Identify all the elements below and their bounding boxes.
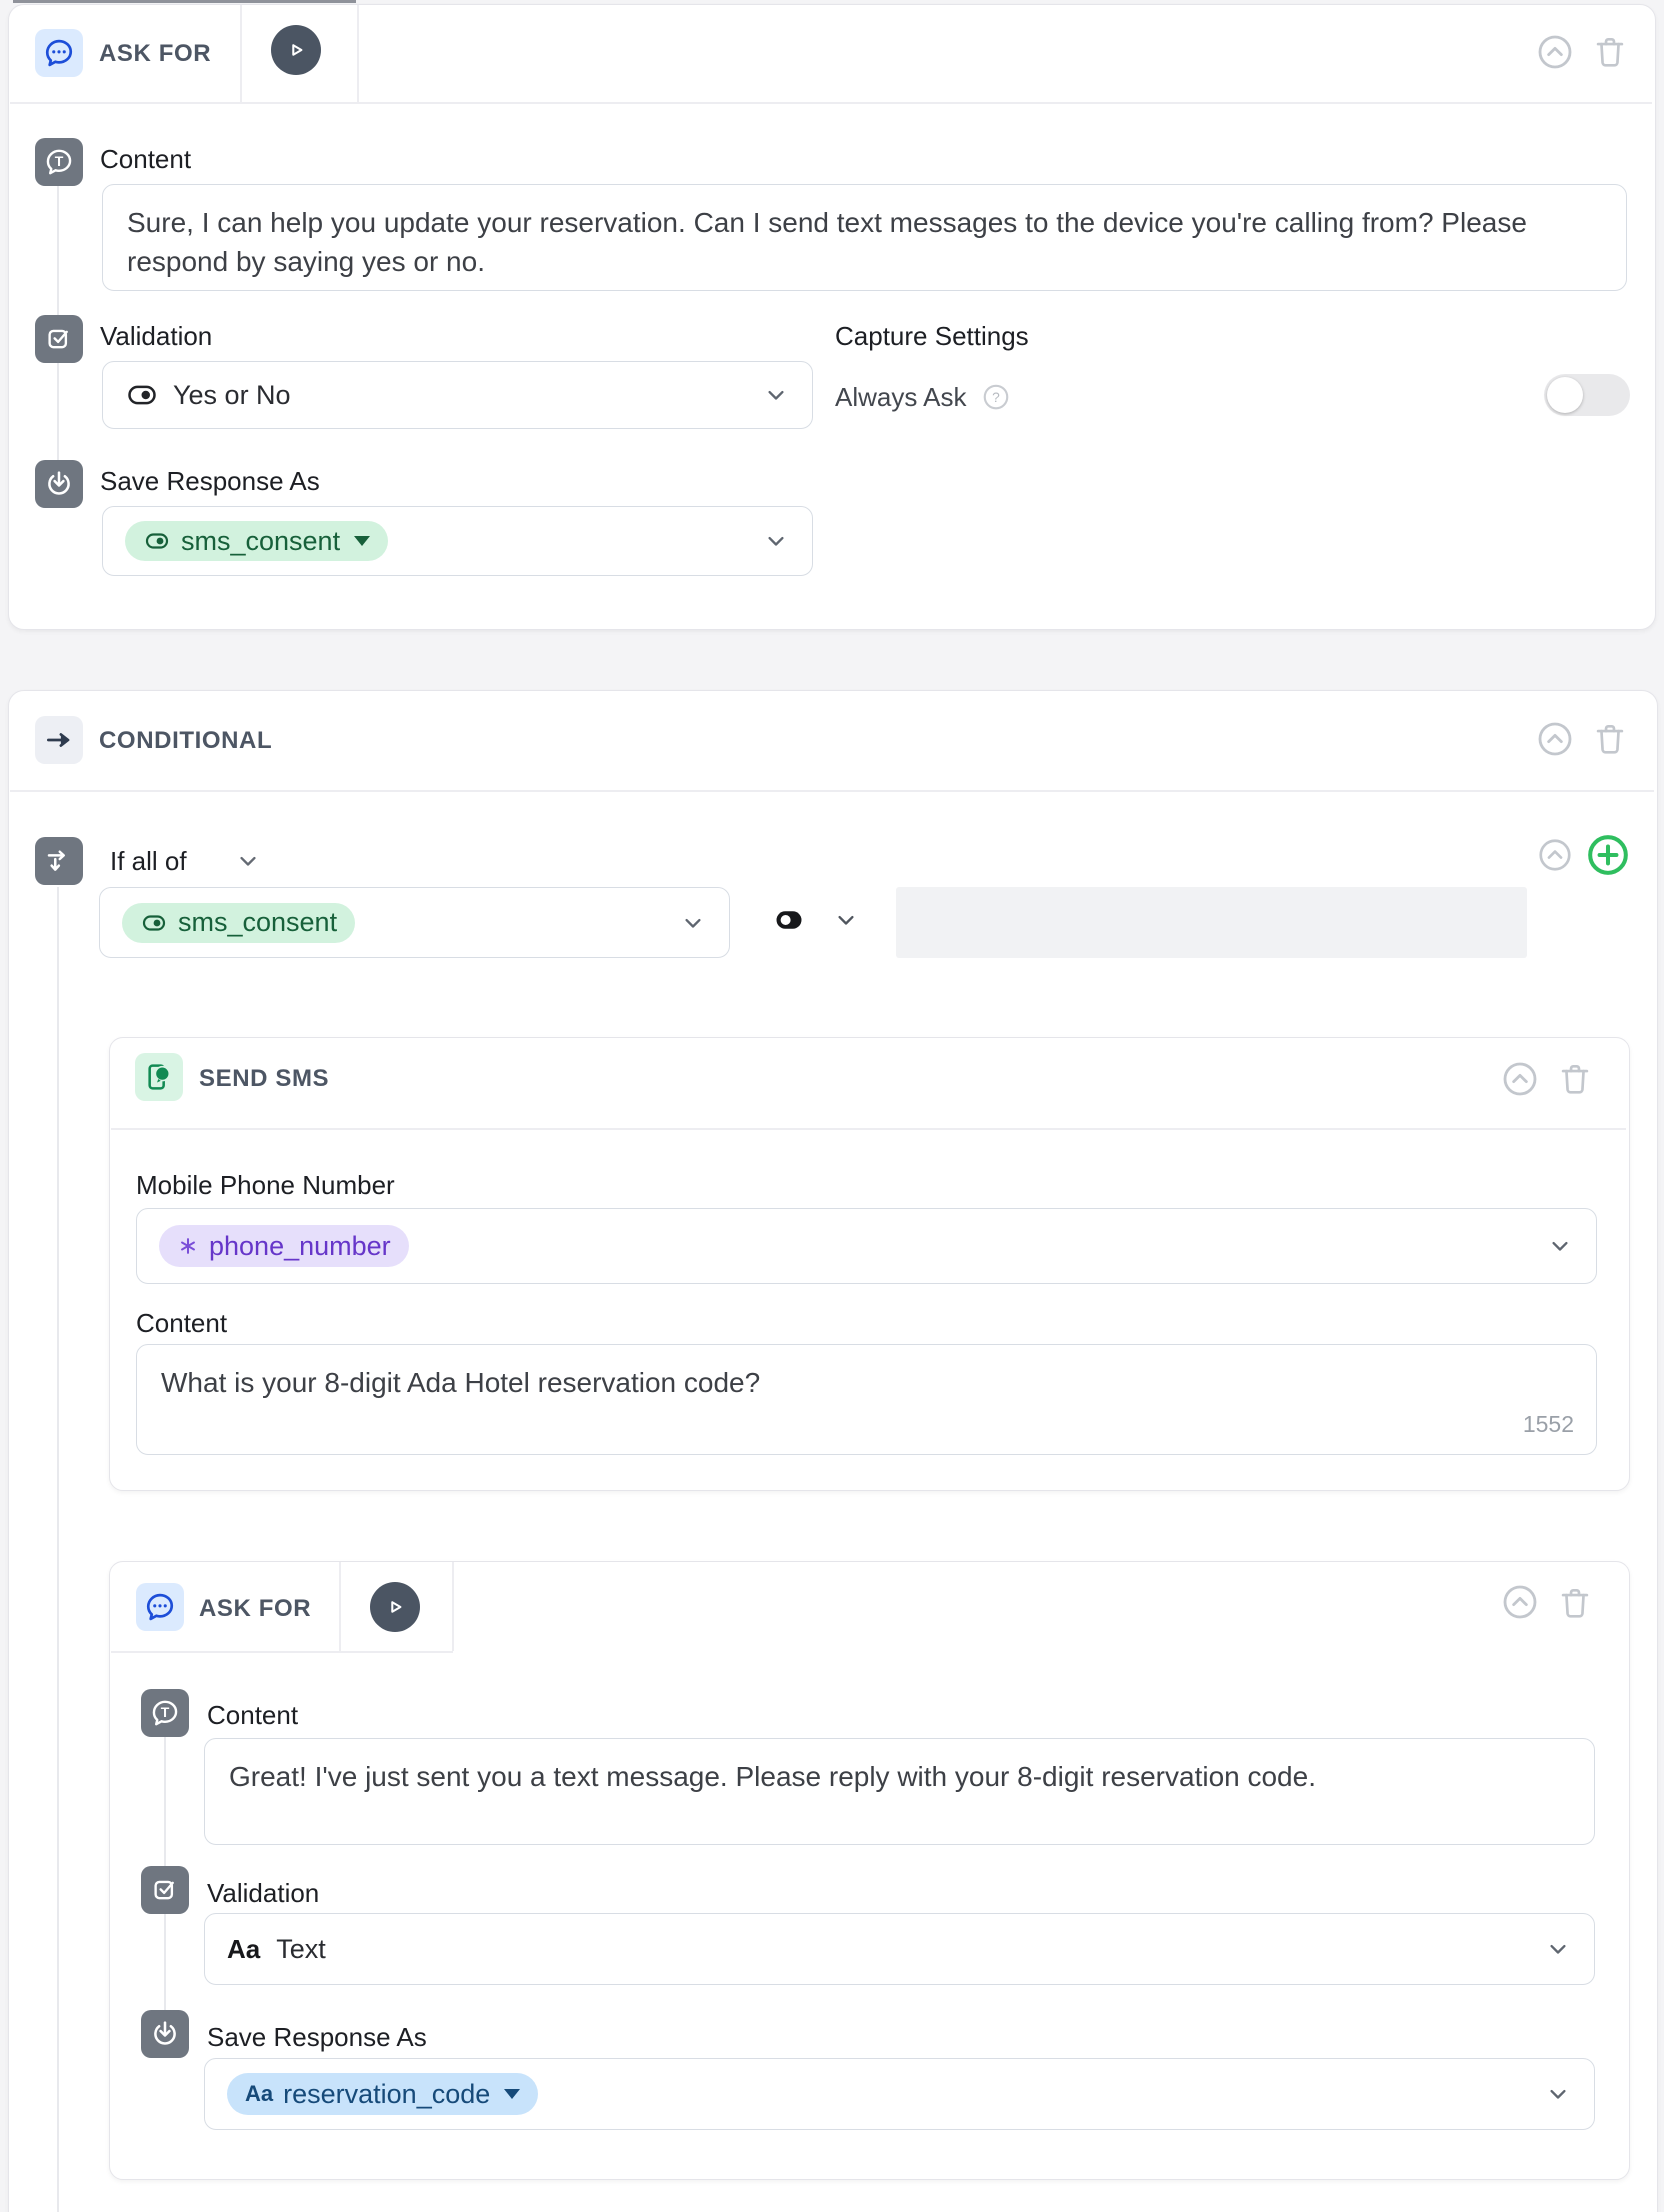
ask-for-block-2: ASK FOR T Content Great! I [109,1561,1630,2180]
validation-label: Validation [100,321,212,351]
chevron-down-icon [762,527,790,555]
chevron-down-icon[interactable] [234,847,262,875]
save-response-dropdown[interactable]: sms_consent [102,506,813,576]
chat-bubble-icon [136,1583,184,1631]
toggle-knob [1547,377,1583,413]
variable-chip-reservation-code[interactable]: Aa reservation_code [227,2073,538,2115]
ask-for-block-1: ASK FOR T Content Sure, I can help you u… [8,4,1656,630]
play-button[interactable] [370,1582,420,1632]
chat-bubble-icon [35,29,83,77]
tab-divider [240,5,242,102]
trash-button[interactable] [1555,1058,1595,1100]
chevron-down-icon [1544,2080,1572,2108]
chevron-down-icon [1546,1232,1574,1260]
chip-caret-icon [354,536,370,546]
chip-caret-icon [504,2089,520,2099]
add-condition-button[interactable] [1585,832,1631,878]
validation-value: Text [276,1934,326,1964]
variable-chip-phone-number[interactable]: phone_number [159,1225,409,1267]
chevron-down-icon [832,906,860,934]
help-icon[interactable]: ? [981,382,1011,412]
validation-label: Validation [207,1878,319,1908]
chevron-down-icon [1544,1935,1572,1963]
validation-value: Yes or No [173,380,291,410]
variable-chip-label: sms_consent [181,526,340,557]
chevron-down-icon [762,381,790,409]
chevron-down-icon [679,909,707,937]
condition-value-input[interactable] [896,887,1527,958]
arrow-right-icon [35,716,83,764]
send-sms-block: SEND SMS Mobile Phone Number phone_numbe… [109,1037,1630,1491]
sms-content-text: What is your 8-digit Ada Hotel reservati… [161,1367,760,1398]
svg-text:T: T [55,153,64,169]
tab-divider [339,1562,341,1651]
capture-settings-title: Capture Settings [835,321,1029,351]
save-icon [35,460,83,508]
validation-icon [141,1866,189,1914]
header-divider [111,1651,453,1653]
svg-text:?: ? [992,390,1000,405]
collapse-button[interactable] [1500,1582,1540,1622]
text-type-glyph: Aa [245,2081,273,2107]
block-type-label: CONDITIONAL [99,726,272,756]
collapse-button[interactable] [1535,719,1575,759]
toggle-operator-icon [772,905,806,935]
trash-button[interactable] [1555,1582,1595,1624]
header-divider [111,1128,1626,1130]
tab-divider [452,1562,454,1651]
content-label: Content [100,144,191,174]
variable-chip-label: phone_number [209,1231,391,1262]
toggle-variable-icon [140,911,168,935]
condition-operator-dropdown[interactable] [772,905,860,935]
content-icon: T [35,138,83,186]
always-ask-toggle[interactable] [1544,374,1630,416]
text-type-glyph: Aa [227,1934,260,1965]
validation-dropdown[interactable]: Aa Text [204,1913,1595,1985]
validation-icon [35,315,83,363]
toggle-variable-icon [143,529,171,553]
block-type-label: SEND SMS [199,1064,329,1094]
character-counter: 1552 [1523,1405,1574,1444]
content-label: Content [207,1700,298,1730]
save-icon [141,2010,189,2058]
trash-button[interactable] [1590,718,1630,760]
branch-connector [57,887,59,2212]
collapse-button[interactable] [1500,1059,1540,1099]
always-ask-label: Always Ask [835,382,967,412]
branch-icon [35,837,83,885]
content-label: Content [136,1308,227,1338]
condition-mode-label: If all of [110,846,187,876]
save-response-label: Save Response As [100,466,320,496]
tab-divider [357,5,359,102]
variable-chip-label: reservation_code [283,2079,490,2110]
variable-chip-sms-consent[interactable]: sms_consent [122,903,355,943]
validation-dropdown[interactable]: Yes or No [102,361,813,429]
content-textarea[interactable]: Sure, I can help you update your reserva… [102,184,1627,291]
save-response-label: Save Response As [207,2022,427,2052]
condition-variable-dropdown[interactable]: sms_consent [99,887,730,958]
toggle-variable-icon [125,380,159,410]
header-divider [10,102,1652,104]
variable-chip-label: sms_consent [178,907,337,938]
conditional-block: CONDITIONAL If all of [8,690,1658,2212]
header-divider [10,790,1654,792]
previous-block-edge [13,0,356,3]
block-type-label: ASK FOR [199,1594,311,1624]
flow-canvas: ASK FOR T Content Sure, I can help you u… [0,0,1664,2212]
content-textarea[interactable]: Great! I've just sent you a text message… [204,1738,1595,1845]
svg-text:T: T [161,1704,170,1720]
collapse-button[interactable] [1535,32,1575,72]
play-button[interactable] [271,25,321,75]
content-icon: T [141,1689,189,1737]
sms-content-textarea[interactable]: What is your 8-digit Ada Hotel reservati… [136,1344,1597,1455]
block-type-label: ASK FOR [99,39,211,69]
variable-chip-sms-consent[interactable]: sms_consent [125,521,388,561]
collapse-button[interactable] [1536,836,1574,874]
phone-number-input[interactable]: phone_number [136,1208,1597,1284]
sms-phone-icon [135,1053,183,1101]
save-response-dropdown[interactable]: Aa reservation_code [204,2058,1595,2130]
trash-button[interactable] [1590,31,1630,73]
phone-number-label: Mobile Phone Number [136,1170,395,1200]
asterisk-icon [177,1234,199,1258]
